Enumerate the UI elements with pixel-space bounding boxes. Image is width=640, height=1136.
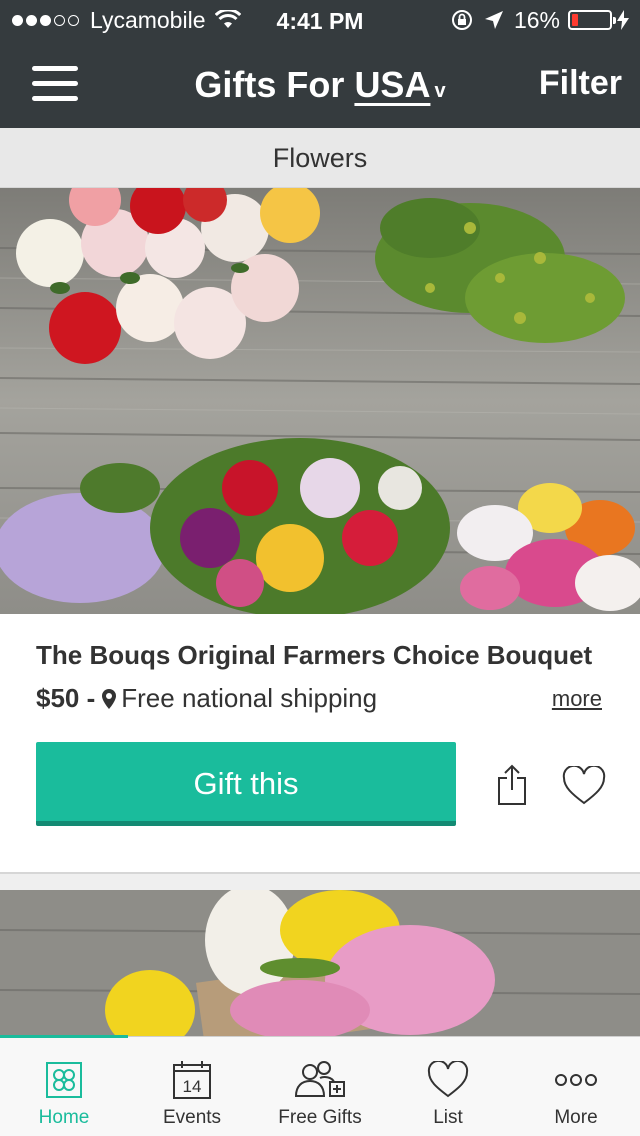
nav-bar: Gifts For USA v Filter	[0, 40, 640, 128]
calendar-icon: 14	[173, 1061, 211, 1099]
battery-level	[572, 14, 578, 26]
country-selector[interactable]: USA	[354, 64, 430, 105]
free-gifts-icon	[294, 1061, 345, 1097]
country-caret[interactable]: v	[434, 80, 445, 102]
flowers-photo	[0, 188, 640, 614]
more-icon	[555, 1074, 597, 1086]
tab-label: Free Gifts	[278, 1107, 362, 1128]
battery-icon	[568, 10, 616, 30]
tab-free-gifts[interactable]: Free Gifts	[256, 1037, 384, 1136]
shipping-info: Free national shipping	[121, 683, 378, 713]
heart-icon	[427, 1061, 469, 1098]
product-price: $50 -	[36, 683, 96, 713]
rotation-lock-icon	[451, 10, 472, 30]
tab-label: More	[554, 1107, 598, 1128]
product-image[interactable]	[0, 188, 640, 614]
share-icon[interactable]	[496, 764, 528, 806]
price-row: $50 - Free national shipping	[36, 683, 377, 714]
category-header: Flowers	[0, 128, 640, 188]
calendar-day: 14	[183, 1077, 202, 1096]
product-title: The Bouqs Original Farmers Choice Bouque…	[36, 640, 593, 670]
tab-bar: Home 14 Events Free Gifts List More	[0, 1035, 640, 1136]
charging-bolt-icon	[617, 10, 629, 30]
location-arrow-icon	[484, 11, 503, 29]
tab-list[interactable]: List	[384, 1037, 512, 1136]
gift-this-button[interactable]: Gift this	[36, 742, 456, 826]
tab-home[interactable]: Home	[0, 1037, 128, 1136]
tab-more[interactable]: More	[512, 1037, 640, 1136]
location-pin-icon	[102, 688, 117, 709]
next-product-image[interactable]	[0, 890, 640, 1038]
status-bar: Lycamobile 4:41 PM 16%	[0, 0, 640, 40]
battery-percent: 16%	[513, 6, 560, 33]
filter-button[interactable]: Filter	[539, 64, 622, 103]
tab-label: Events	[162, 1107, 222, 1128]
tab-events[interactable]: 14 Events	[128, 1037, 256, 1136]
home-icon	[46, 1062, 82, 1098]
status-right: 16%	[450, 0, 630, 40]
more-link[interactable]: more	[552, 686, 602, 712]
nav-title-prefix: Gifts For	[194, 64, 345, 105]
tab-label: Home	[38, 1107, 90, 1128]
card-divider	[0, 872, 640, 892]
tab-label: List	[433, 1107, 463, 1128]
favorite-heart-icon[interactable]	[562, 766, 606, 806]
calla-lilies-photo	[0, 890, 640, 1038]
